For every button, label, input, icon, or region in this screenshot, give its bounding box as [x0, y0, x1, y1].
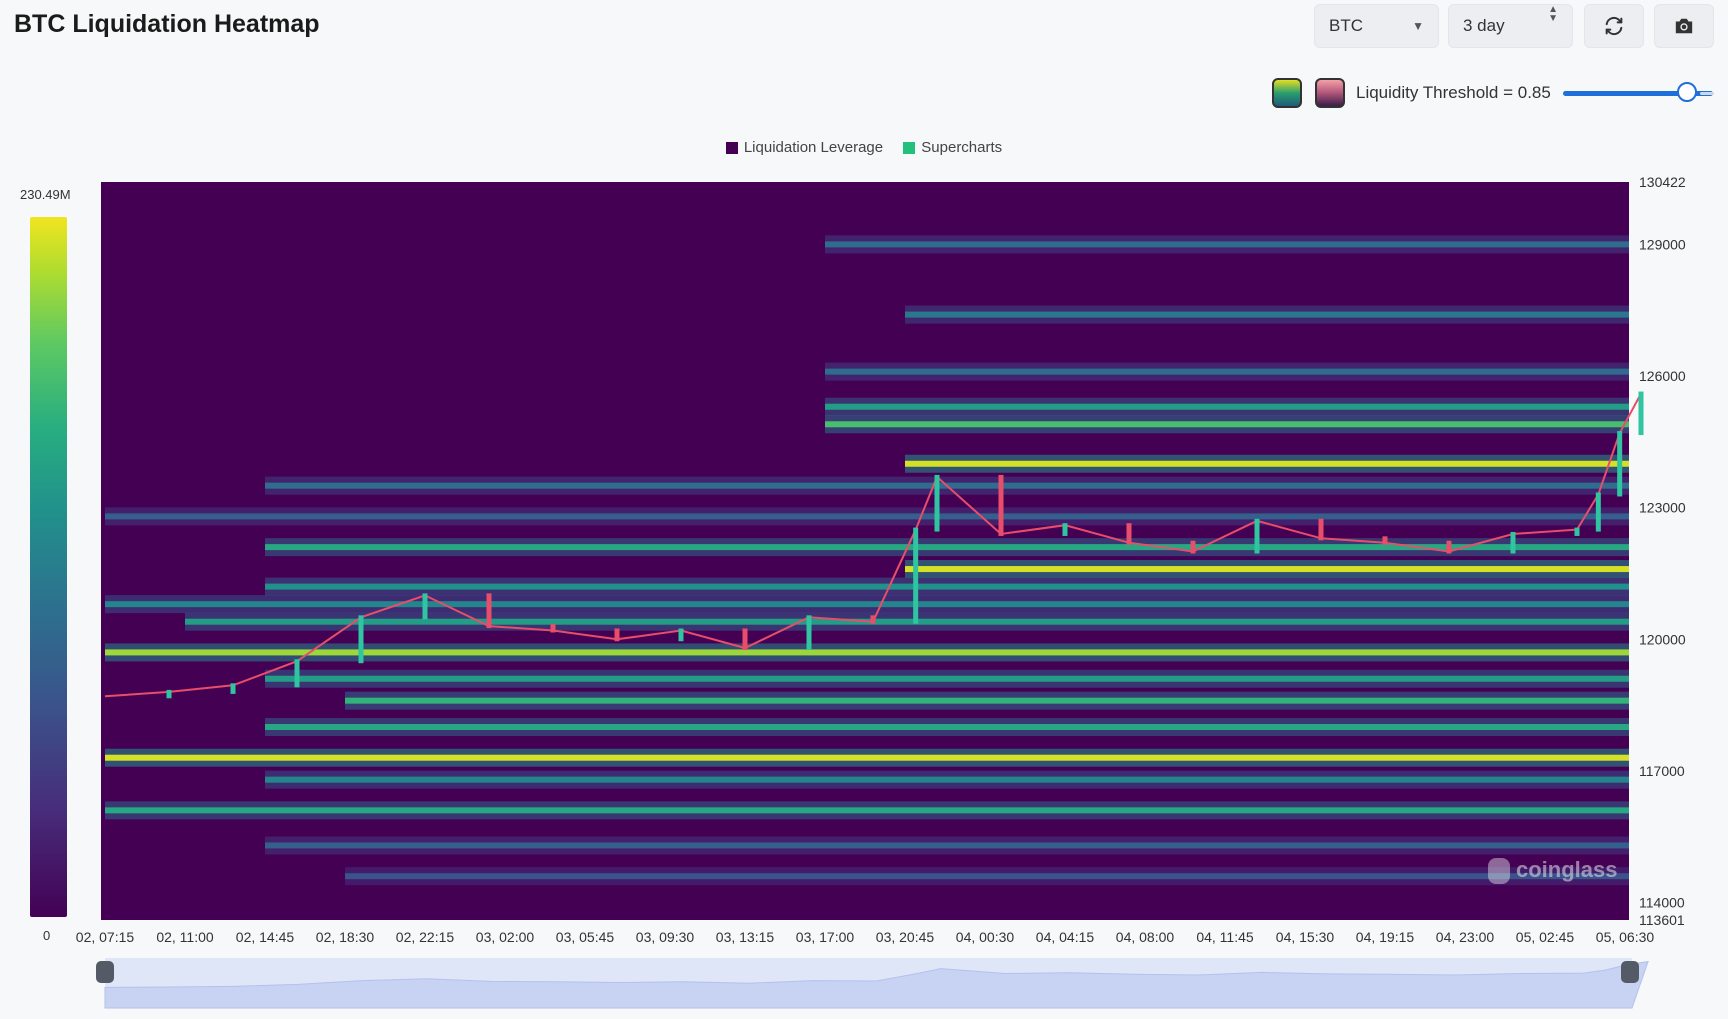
price-candle [614, 628, 620, 642]
x-tick-label: 04, 08:00 [1116, 929, 1175, 945]
liquidation-band [265, 776, 1629, 783]
price-candle [1574, 527, 1580, 536]
x-tick-label: 03, 13:15 [716, 929, 775, 945]
y-tick-label: 123000 [1639, 500, 1686, 516]
y-tick-label: 126000 [1639, 368, 1686, 384]
x-tick-label: 02, 14:45 [236, 929, 295, 945]
price-candle [1382, 536, 1388, 545]
price-candle [1446, 540, 1452, 554]
y-tick-label: 120000 [1639, 631, 1686, 647]
liquidation-band [345, 697, 1629, 704]
navigator-handle[interactable] [96, 961, 114, 983]
price-candle [806, 615, 812, 651]
liquidation-band [825, 403, 1629, 410]
price-candle [1190, 540, 1196, 554]
price-candle [1318, 518, 1324, 541]
navigator-handle[interactable] [1621, 961, 1639, 983]
liquidation-band [105, 807, 1629, 814]
liquidation-band [265, 583, 1629, 590]
price-candle [1126, 523, 1132, 545]
liquidation-band [105, 513, 1629, 520]
liquidation-band [905, 566, 1629, 573]
price-candle [1638, 391, 1644, 436]
liquidation-band [105, 649, 1629, 656]
watermark-text: coinglass [1516, 857, 1618, 882]
price-candle [230, 683, 236, 694]
coinglass-watermark: coinglass [1488, 857, 1618, 885]
y-tick-label: 113601 [1639, 912, 1685, 928]
price-candle [358, 615, 364, 664]
liquidation-band [905, 460, 1629, 467]
x-tick-label: 03, 17:00 [796, 929, 855, 945]
x-tick-label: 03, 09:30 [636, 929, 695, 945]
y-tick-label: 114000 [1639, 894, 1685, 910]
liquidation-band [265, 723, 1629, 730]
y-tick-label: 130422 [1639, 174, 1686, 190]
x-tick-label: 02, 07:15 [76, 929, 135, 945]
x-tick-label: 02, 18:30 [316, 929, 375, 945]
x-tick-label: 04, 00:30 [956, 929, 1015, 945]
x-tick-label: 03, 02:00 [476, 929, 535, 945]
x-tick-label: 03, 20:45 [876, 929, 935, 945]
price-candle [998, 474, 1004, 536]
price-candle [1510, 531, 1516, 554]
liquidation-band [825, 241, 1629, 248]
liquidation-band [185, 618, 1629, 625]
price-candle [550, 624, 556, 633]
x-tick-label: 04, 11:45 [1196, 929, 1254, 945]
liquidation-band [105, 601, 1629, 608]
coinglass-logo-icon [1488, 858, 1510, 885]
liquidation-band [105, 754, 1629, 761]
price-candle [934, 474, 940, 532]
x-tick-label: 02, 22:15 [396, 929, 455, 945]
price-candle [742, 628, 748, 651]
price-candle [1062, 523, 1068, 536]
y-tick-label: 117000 [1639, 763, 1685, 779]
liquidation-band [905, 311, 1629, 318]
x-tick-label: 05, 06:30 [1596, 929, 1655, 945]
price-candle [913, 527, 919, 624]
liquidation-band [265, 675, 1629, 682]
price-candle [1617, 431, 1623, 497]
x-tick-label: 04, 23:00 [1436, 929, 1495, 945]
liquidation-band [825, 368, 1629, 375]
price-candle [678, 628, 684, 642]
x-tick-label: 02, 11:00 [156, 929, 214, 945]
price-candle [486, 593, 492, 629]
price-candle [422, 593, 428, 620]
liquidation-band [825, 421, 1629, 428]
heatmap-chart[interactable]: 130422 129000 126000 123000 120000 117000 1140… [0, 0, 1728, 1019]
liquidation-band [265, 842, 1629, 849]
price-candle [870, 615, 876, 624]
price-candle [1254, 518, 1260, 554]
x-tick-label: 04, 04:15 [1036, 929, 1095, 945]
x-tick-label: 04, 15:30 [1276, 929, 1335, 945]
y-tick-label: 129000 [1639, 236, 1686, 252]
price-candle [166, 689, 172, 699]
x-tick-label: 05, 02:45 [1516, 929, 1575, 945]
x-tick-label: 04, 19:15 [1356, 929, 1415, 945]
liquidation-band [345, 873, 1629, 880]
price-candle [294, 659, 300, 688]
x-tick-label: 03, 05:45 [556, 929, 615, 945]
price-candle [1595, 492, 1601, 532]
